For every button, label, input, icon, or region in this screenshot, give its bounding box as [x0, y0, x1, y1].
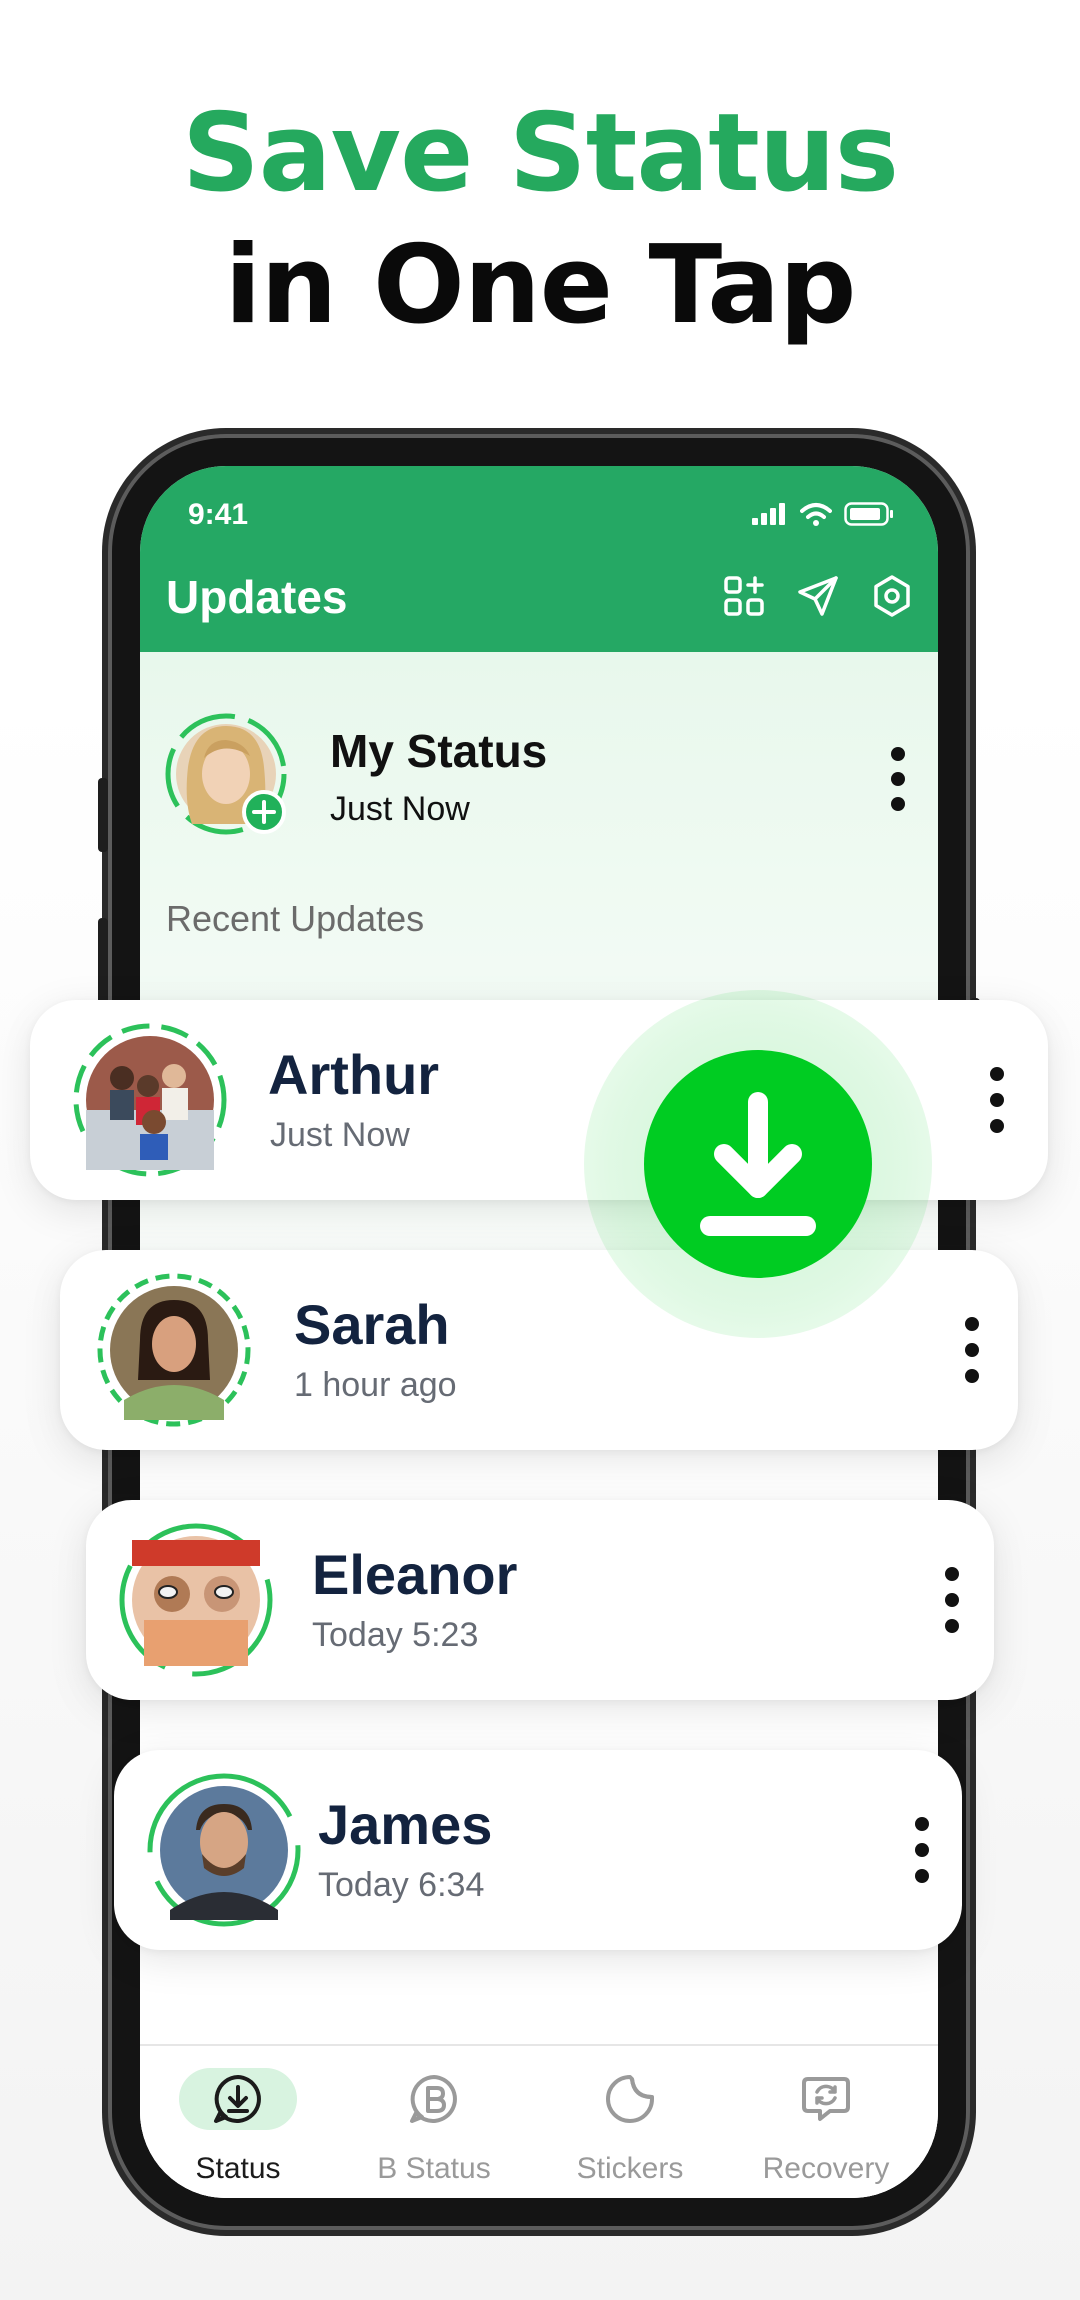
avatar-eleanor	[116, 1520, 276, 1680]
nav-recovery-label: Recovery	[762, 2152, 890, 2185]
nav-stickers-pill	[571, 2068, 689, 2130]
update-time-sarah: 1 hour ago	[294, 1366, 457, 1404]
avatar-james	[144, 1770, 304, 1930]
settings-icon[interactable]	[870, 574, 914, 618]
nav-status-label: Status	[195, 2152, 281, 2185]
update-time-eleanor: Today 5:23	[312, 1616, 479, 1654]
more-options-icon[interactable]	[987, 1064, 1007, 1136]
download-button[interactable]	[644, 1050, 872, 1278]
signal-icon	[752, 503, 785, 525]
more-options-icon[interactable]	[942, 1564, 962, 1636]
update-card-james[interactable]: James Today 6:34	[114, 1750, 962, 1950]
update-card-eleanor[interactable]: Eleanor Today 5:23	[86, 1500, 994, 1700]
recovery-chat-icon	[802, 2077, 850, 2121]
nav-b-status-pill	[375, 2068, 493, 2130]
more-options-icon[interactable]	[962, 1314, 982, 1386]
wifi-icon	[800, 503, 832, 526]
phone-mute-button	[98, 778, 108, 852]
nav-tab-status[interactable]: Status	[140, 2068, 336, 2186]
headline-line-1: Save Status	[182, 91, 899, 216]
app-bar: 9:41 Updates	[140, 466, 938, 652]
nav-tab-recovery[interactable]: Recovery	[728, 2068, 924, 2186]
headline-line-2: in One Tap	[224, 223, 857, 348]
download-chat-icon	[214, 2075, 261, 2123]
avatar-arthur	[70, 1020, 230, 1180]
update-time-james: Today 6:34	[318, 1866, 485, 1904]
nav-tab-b-status[interactable]: B Status	[336, 2068, 532, 2186]
battery-icon	[844, 502, 893, 526]
status-bar-time: 9:41	[188, 498, 249, 531]
send-icon[interactable]	[796, 574, 840, 618]
sticker-icon	[606, 2075, 654, 2123]
more-options-icon[interactable]	[912, 1814, 932, 1886]
my-status-time: Just Now	[330, 790, 470, 828]
recent-updates-label: Recent Updates	[166, 898, 425, 939]
nav-stickers-label: Stickers	[576, 2152, 684, 2185]
update-name-eleanor: Eleanor	[312, 1543, 518, 1606]
avatar-sarah	[94, 1270, 254, 1430]
update-name-arthur: Arthur	[268, 1043, 440, 1106]
download-icon	[700, 1092, 816, 1236]
update-name-sarah: Sarah	[294, 1293, 450, 1356]
update-name-james: James	[318, 1793, 493, 1856]
nav-b-status-label: B Status	[377, 2152, 491, 2185]
update-time-arthur: Just Now	[270, 1116, 410, 1154]
business-chat-icon	[410, 2075, 457, 2123]
status-bar-icons	[752, 502, 894, 526]
nav-status-pill	[179, 2068, 297, 2130]
nav-tab-stickers[interactable]: Stickers	[532, 2068, 728, 2186]
nav-recovery-pill	[767, 2068, 885, 2130]
bottom-nav: Status B Status Stickers Recovery	[140, 2044, 938, 2198]
my-status-name: My Status	[330, 725, 548, 777]
my-status-avatar[interactable]	[164, 712, 294, 842]
app-title: Updates	[166, 571, 348, 623]
app-bar-actions	[722, 574, 914, 618]
grid-add-icon[interactable]	[722, 574, 766, 618]
my-status-more-icon[interactable]	[888, 744, 908, 814]
